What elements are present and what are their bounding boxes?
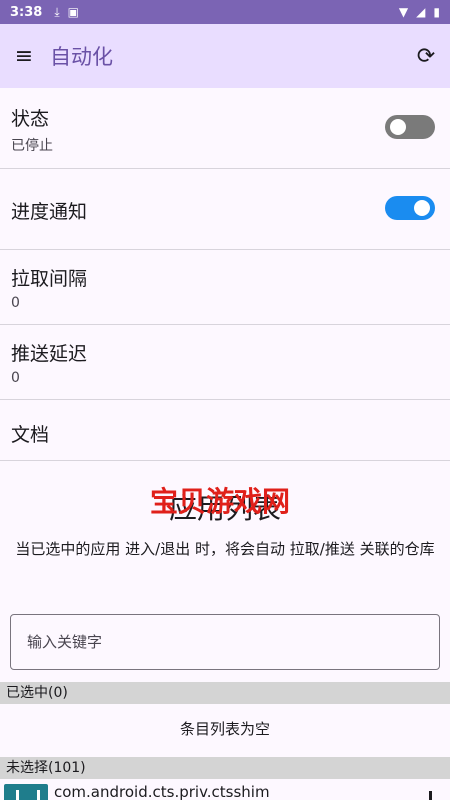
unselected-header: 未选择(101) <box>0 757 450 779</box>
pref-pull-interval[interactable]: 拉取间隔 0 <box>0 250 450 325</box>
pref-status-subtitle: 已停止 <box>11 138 53 154</box>
app-list-description: 当已选中的应用 进入/退出 时，将会自动 拉取/推送 关联的仓库 <box>15 540 435 558</box>
android-app-icon <box>4 784 48 800</box>
refresh-icon[interactable]: ⟳ <box>402 32 450 80</box>
notification-icon: ▣ <box>67 5 79 19</box>
app-package-name: com.android.cts.priv.ctsshim <box>54 783 270 800</box>
pref-progress-title: 进度通知 <box>11 201 88 223</box>
search-input[interactable] <box>10 614 440 670</box>
list-item[interactable]: com.android.cts.priv.ctsshim <box>0 781 450 800</box>
watermark: 宝贝游戏网 <box>150 485 291 518</box>
app-bar: ≡ 自动化 ⟳ <box>0 24 450 88</box>
pref-push-delay[interactable]: 推送延迟 0 <box>0 325 450 400</box>
pref-progress-notification[interactable]: 进度通知 <box>0 169 450 250</box>
pref-docs-title: 文档 <box>11 424 50 446</box>
signal-icon: ◢ <box>416 5 426 19</box>
progress-switch[interactable] <box>385 196 435 220</box>
wifi-icon: ▼ <box>398 5 409 19</box>
status-switch[interactable] <box>385 115 435 139</box>
menu-icon[interactable]: ≡ <box>0 32 48 80</box>
switch-knob <box>390 119 406 135</box>
empty-list-text: 条目列表为空 <box>179 720 270 738</box>
page-title: 自动化 <box>50 45 113 69</box>
switch-knob <box>414 200 430 216</box>
pref-docs[interactable]: 文档 <box>0 400 450 461</box>
selected-header: 已选中(0) <box>0 682 450 704</box>
pref-pull-value: 0 <box>11 295 20 311</box>
download-icon: ⤓ <box>54 4 60 19</box>
battery-icon: ▮ <box>433 5 440 19</box>
pref-push-title: 推送延迟 <box>11 343 88 365</box>
pref-push-value: 0 <box>11 370 20 386</box>
add-icon[interactable] <box>429 791 432 800</box>
status-icons: ▼ ◢ ▮ <box>399 5 440 19</box>
status-bar: 3:38 ⤓ ▣ ▼ ◢ ▮ <box>0 0 450 24</box>
status-time: 3:38 <box>10 4 43 20</box>
pref-pull-title: 拉取间隔 <box>11 268 88 290</box>
pref-status[interactable]: 状态 已停止 <box>0 88 450 169</box>
